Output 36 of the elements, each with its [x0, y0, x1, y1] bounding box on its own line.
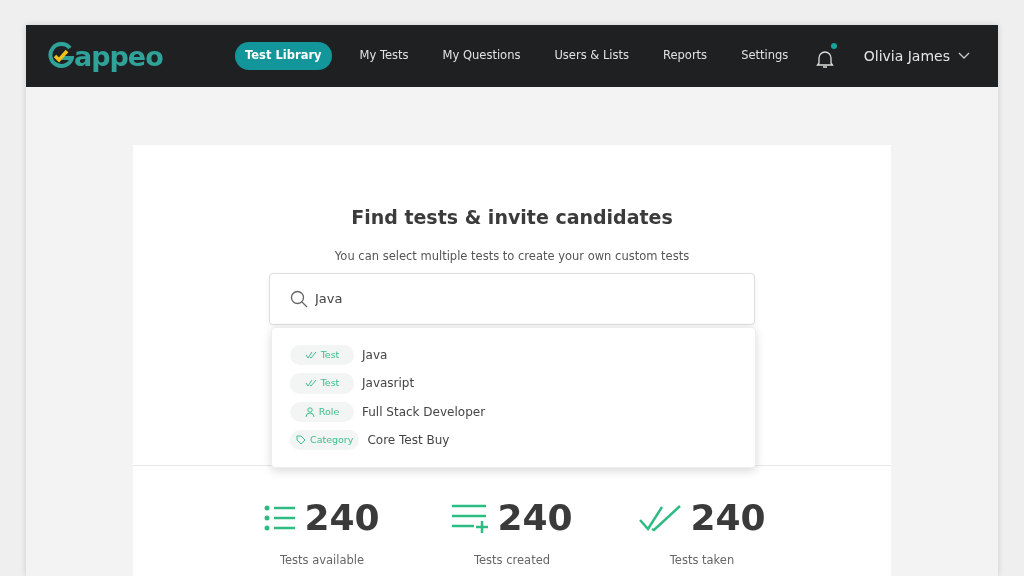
tag-icon — [296, 434, 306, 445]
suggestion-item[interactable]: Javasript — [362, 374, 415, 393]
list-icon — [264, 504, 297, 532]
suggestion-item[interactable]: Full Stack Developer — [362, 402, 486, 421]
logo-text: appeo — [74, 42, 163, 70]
page-title: Find tests & invite candidates — [351, 205, 673, 230]
nav-tab[interactable]: Settings — [731, 42, 799, 70]
suggestion-item[interactable]: Java — [362, 346, 388, 365]
search-field[interactable]: Java — [269, 272, 755, 325]
stat-number: 240 — [304, 500, 380, 536]
suggestion-type-tag: Test — [290, 345, 354, 366]
suggestion-type-tag: Test — [290, 373, 354, 394]
user-menu[interactable]: Olivia James — [857, 44, 976, 68]
nav-tab[interactable]: Test Library — [235, 42, 332, 70]
logo-icon — [48, 42, 74, 70]
search-icon — [290, 289, 308, 308]
suggestion-type-tag: Role — [290, 401, 354, 422]
double-check-icon — [304, 379, 317, 388]
list-add-icon — [451, 503, 490, 533]
double-check-icon — [304, 351, 317, 360]
stat-number: 240 — [497, 500, 573, 536]
suggestion-type-tag: Category — [290, 429, 360, 450]
double-check-icon — [638, 504, 683, 532]
stat-label: Tests available — [279, 552, 365, 569]
stat-label: Tests created — [473, 552, 551, 569]
person-icon — [304, 406, 315, 417]
suggestion-item[interactable]: Core Test Buy — [367, 430, 450, 449]
stat-label: Tests taken — [669, 552, 735, 569]
chevron-down-icon — [958, 52, 970, 60]
subtitle: You can select multiple tests to create your own custom tests — [334, 247, 690, 265]
nav-tab[interactable]: Reports — [653, 42, 718, 70]
notification-bell-icon[interactable] — [815, 48, 834, 69]
stat-number: 240 — [690, 500, 766, 536]
nav-tab[interactable]: My Tests — [349, 42, 419, 70]
nav-tab[interactable]: Users & Lists — [544, 42, 639, 70]
nav-tab[interactable]: My Questions — [432, 42, 531, 70]
